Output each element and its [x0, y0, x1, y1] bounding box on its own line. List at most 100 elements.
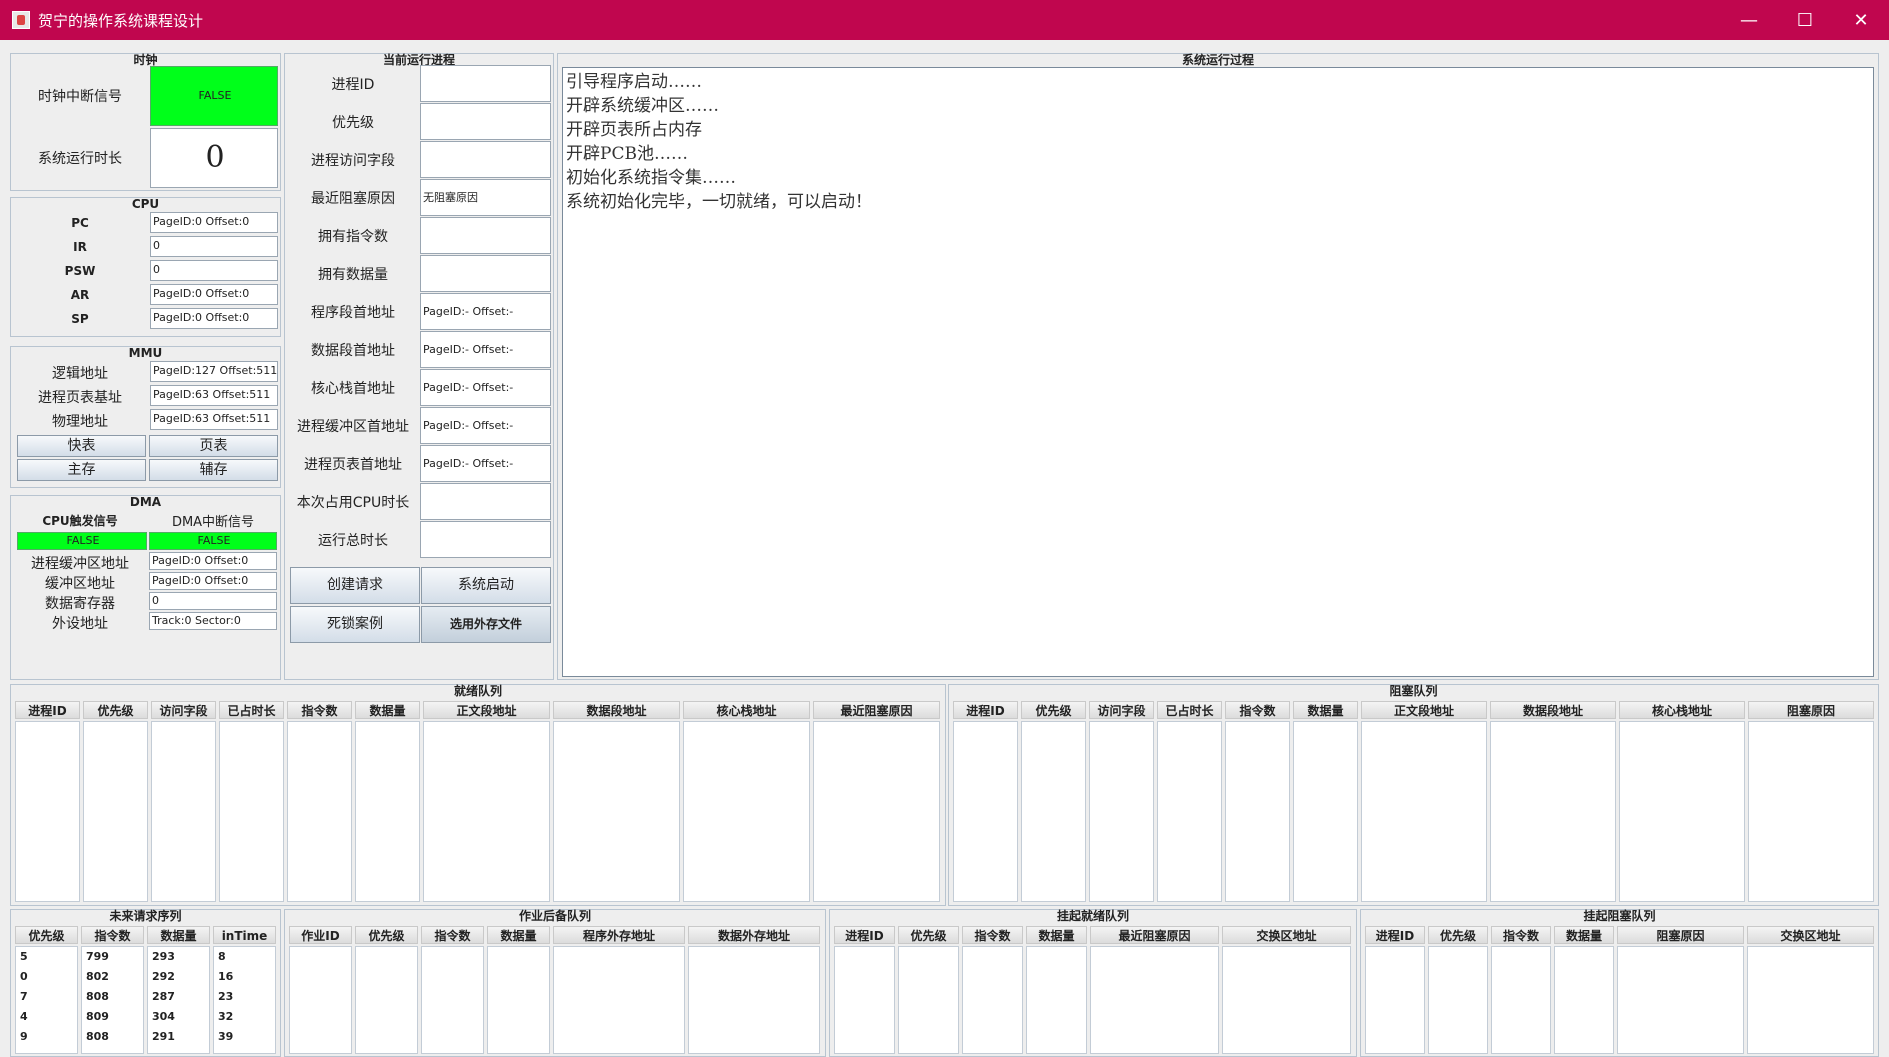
system-log-textarea[interactable]: 引导程序启动…… 开辟系统缓冲区…… 开辟页表所占内存 开辟PCB池…… 初始化系统指令…: [562, 67, 1874, 677]
ready-queue-col-body[interactable]: [813, 721, 940, 902]
cpu-psw-field[interactable]: 0: [150, 260, 278, 281]
current-field-value[interactable]: 无阻塞原因: [420, 179, 551, 216]
future-requests-col-body[interactable]: 799 802 808 809 808: [81, 946, 144, 1054]
current-field-value[interactable]: [420, 521, 551, 558]
blocked-queue-col-header[interactable]: 已占时长: [1157, 701, 1222, 719]
suspend-blocked-col-header[interactable]: 指令数: [1491, 926, 1551, 944]
suspend-blocked-col-body[interactable]: [1747, 946, 1874, 1054]
ready-queue-col-body[interactable]: [683, 721, 810, 902]
suspend-blocked-col-body[interactable]: [1617, 946, 1744, 1054]
job-backup-col-body[interactable]: [421, 946, 484, 1054]
job-backup-col-body[interactable]: [487, 946, 550, 1054]
ready-queue-col-header[interactable]: 指令数: [287, 701, 352, 719]
blocked-queue-col-header[interactable]: 数据段地址: [1490, 701, 1616, 719]
dma-buffer-field[interactable]: PageID:0 Offset:0: [149, 572, 277, 590]
blocked-queue-col-header[interactable]: 访问字段: [1089, 701, 1154, 719]
blocked-queue-col-body[interactable]: [1293, 721, 1358, 902]
job-backup-col-header[interactable]: 指令数: [421, 926, 484, 944]
suspend-blocked-col-header[interactable]: 优先级: [1428, 926, 1488, 944]
blocked-queue-col-header[interactable]: 进程ID: [953, 701, 1018, 719]
ready-queue-col-header[interactable]: 数据段地址: [553, 701, 680, 719]
current-field-value[interactable]: [420, 255, 551, 292]
current-field-value[interactable]: PageID:- Offset:-: [420, 331, 551, 368]
suspend-blocked-col-header[interactable]: 数据量: [1554, 926, 1614, 944]
ready-queue-col-header[interactable]: 优先级: [83, 701, 148, 719]
job-backup-col-header[interactable]: 程序外存地址: [553, 926, 685, 944]
blocked-queue-col-header[interactable]: 优先级: [1021, 701, 1086, 719]
select-file-button[interactable]: 选用外存文件: [421, 606, 551, 643]
cpu-ir-field[interactable]: 0: [150, 236, 278, 257]
suspend-blocked-col-header[interactable]: 交换区地址: [1747, 926, 1874, 944]
ready-queue-col-header[interactable]: 最近阻塞原因: [813, 701, 940, 719]
ready-queue-col-body[interactable]: [287, 721, 352, 902]
current-field-value[interactable]: PageID:- Offset:-: [420, 445, 551, 482]
future-requests-col-body[interactable]: 8 16 23 32 39: [213, 946, 276, 1054]
page-table-button[interactable]: 页表: [149, 435, 278, 457]
deadlock-demo-button[interactable]: 死锁案例: [290, 606, 420, 643]
cpu-sp-field[interactable]: PageID:0 Offset:0: [150, 308, 278, 329]
blocked-queue-col-body[interactable]: [1225, 721, 1290, 902]
ready-queue-col-body[interactable]: [15, 721, 80, 902]
suspend-ready-col-body[interactable]: [834, 946, 895, 1054]
ready-queue-col-body[interactable]: [423, 721, 550, 902]
suspend-blocked-col-body[interactable]: [1365, 946, 1425, 1054]
ready-queue-col-header[interactable]: 正文段地址: [423, 701, 550, 719]
current-field-value[interactable]: [420, 65, 551, 102]
current-field-value[interactable]: [420, 103, 551, 140]
blocked-queue-col-header[interactable]: 数据量: [1293, 701, 1358, 719]
suspend-ready-col-header[interactable]: 优先级: [898, 926, 959, 944]
future-requests-col-header[interactable]: 数据量: [147, 926, 210, 944]
blocked-queue-col-body[interactable]: [1490, 721, 1616, 902]
job-backup-col-header[interactable]: 作业ID: [289, 926, 352, 944]
job-backup-col-header[interactable]: 数据外存地址: [688, 926, 820, 944]
mmu-logical-address-field[interactable]: PageID:127 Offset:511: [150, 361, 278, 382]
suspend-blocked-col-body[interactable]: [1428, 946, 1488, 1054]
job-backup-col-body[interactable]: [289, 946, 352, 1054]
job-backup-col-body[interactable]: [355, 946, 418, 1054]
current-field-value[interactable]: [420, 141, 551, 178]
future-requests-col-body[interactable]: 5 0 7 4 9: [15, 946, 78, 1054]
suspend-ready-col-header[interactable]: 指令数: [962, 926, 1023, 944]
clock-irq-field[interactable]: FALSE: [150, 66, 278, 126]
ready-queue-col-header[interactable]: 已占时长: [219, 701, 284, 719]
dma-irq-field[interactable]: FALSE: [149, 532, 277, 550]
blocked-queue-col-body[interactable]: [1021, 721, 1086, 902]
ready-queue-col-body[interactable]: [151, 721, 216, 902]
ready-queue-col-body[interactable]: [83, 721, 148, 902]
suspend-blocked-col-body[interactable]: [1554, 946, 1614, 1054]
suspend-blocked-col-body[interactable]: [1491, 946, 1551, 1054]
ready-queue-col-header[interactable]: 数据量: [355, 701, 420, 719]
close-button[interactable]: ✕: [1833, 0, 1889, 40]
blocked-queue-col-body[interactable]: [953, 721, 1018, 902]
create-request-button[interactable]: 创建请求: [290, 567, 420, 604]
tlb-button[interactable]: 快表: [17, 435, 146, 457]
blocked-queue-col-body[interactable]: [1748, 721, 1874, 902]
suspend-ready-col-header[interactable]: 数据量: [1026, 926, 1087, 944]
blocked-queue-col-body[interactable]: [1089, 721, 1154, 902]
minimize-button[interactable]: —: [1721, 0, 1777, 40]
dma-process-buffer-field[interactable]: PageID:0 Offset:0: [149, 552, 277, 570]
future-requests-col-header[interactable]: 优先级: [15, 926, 78, 944]
blocked-queue-col-body[interactable]: [1361, 721, 1487, 902]
secondary-storage-button[interactable]: 辅存: [149, 459, 278, 481]
current-field-value[interactable]: PageID:- Offset:-: [420, 407, 551, 444]
job-backup-col-header[interactable]: 数据量: [487, 926, 550, 944]
job-backup-col-body[interactable]: [553, 946, 685, 1054]
blocked-queue-col-header[interactable]: 核心栈地址: [1619, 701, 1745, 719]
job-backup-col-body[interactable]: [688, 946, 820, 1054]
cpu-ar-field[interactable]: PageID:0 Offset:0: [150, 284, 278, 305]
current-field-value[interactable]: [420, 217, 551, 254]
current-field-value[interactable]: PageID:- Offset:-: [420, 293, 551, 330]
suspend-ready-col-header[interactable]: 进程ID: [834, 926, 895, 944]
suspend-blocked-col-header[interactable]: 阻塞原因: [1617, 926, 1744, 944]
ready-queue-col-body[interactable]: [355, 721, 420, 902]
suspend-ready-col-body[interactable]: [1090, 946, 1219, 1054]
future-requests-col-header[interactable]: inTime: [213, 926, 276, 944]
current-field-value[interactable]: PageID:- Offset:-: [420, 369, 551, 406]
job-backup-col-header[interactable]: 优先级: [355, 926, 418, 944]
main-memory-button[interactable]: 主存: [17, 459, 146, 481]
blocked-queue-col-body[interactable]: [1157, 721, 1222, 902]
ready-queue-col-header[interactable]: 进程ID: [15, 701, 80, 719]
runtime-field[interactable]: 0: [150, 128, 278, 188]
maximize-button[interactable]: ☐: [1777, 0, 1833, 40]
